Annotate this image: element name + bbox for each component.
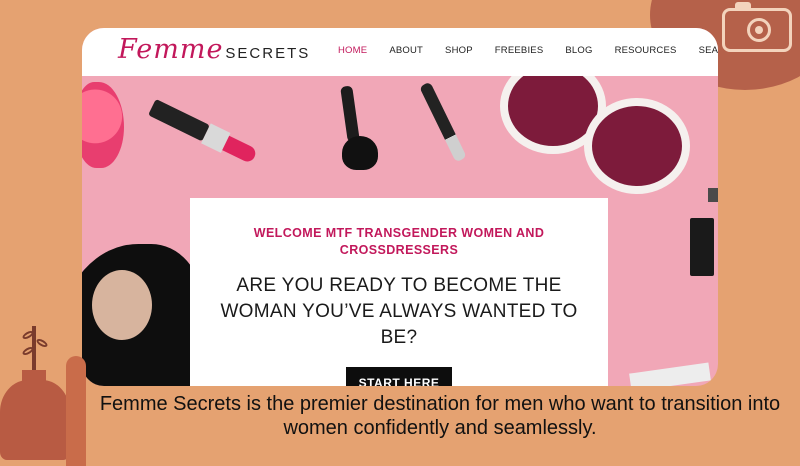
makeup-brush-image xyxy=(340,85,360,143)
site-logo[interactable]: Femme SECRETS xyxy=(118,34,310,72)
high-heel-image xyxy=(82,244,202,386)
brush-head-image xyxy=(342,136,378,170)
lipstick-image xyxy=(146,95,263,170)
website-screenshot: Femme SECRETS HOME ABOUT SHOP FREEBIES B… xyxy=(82,28,718,386)
logo-caps: SECRETS xyxy=(225,45,311,62)
slide-caption: Femme Secrets is the premier destination… xyxy=(99,393,781,439)
hero-banner: WELCOME MTF TRANSGENDER WOMEN AND CROSSD… xyxy=(82,58,718,386)
site-header: Femme SECRETS HOME ABOUT SHOP FREEBIES B… xyxy=(82,28,718,76)
nav-item-freebies[interactable]: FREEBIES xyxy=(495,45,544,56)
compact-image xyxy=(690,218,714,276)
camera-icon xyxy=(722,2,792,52)
leaf-icon xyxy=(35,337,49,349)
eyelashes-image xyxy=(629,362,711,386)
welcome-box: WELCOME MTF TRANSGENDER WOMEN AND CROSSD… xyxy=(190,198,608,386)
main-nav: HOME ABOUT SHOP FREEBIES BLOG RESOURCES … xyxy=(338,45,718,56)
welcome-headline: ARE YOU READY TO BECOME THE WOMAN YOU’VE… xyxy=(220,275,578,348)
welcome-kicker: WELCOME MTF TRANSGENDER WOMEN AND CROSSD… xyxy=(253,226,545,257)
logo-script: Femme xyxy=(118,34,224,65)
nav-item-search[interactable]: SEARCH xyxy=(699,45,718,56)
nav-item-shop[interactable]: SHOP xyxy=(445,45,473,56)
makeup-brush-image-2 xyxy=(419,81,467,163)
nav-item-about[interactable]: ABOUT xyxy=(389,45,423,56)
vase-decoration xyxy=(0,380,70,460)
flower-image xyxy=(82,82,124,168)
start-here-button[interactable]: START HERE xyxy=(345,367,453,386)
nav-item-blog[interactable]: BLOG xyxy=(565,45,592,56)
nav-item-home[interactable]: HOME xyxy=(338,45,367,56)
compact-image-2 xyxy=(708,188,718,202)
sunglasses-image xyxy=(500,58,690,194)
nav-item-resources[interactable]: RESOURCES xyxy=(615,45,677,56)
